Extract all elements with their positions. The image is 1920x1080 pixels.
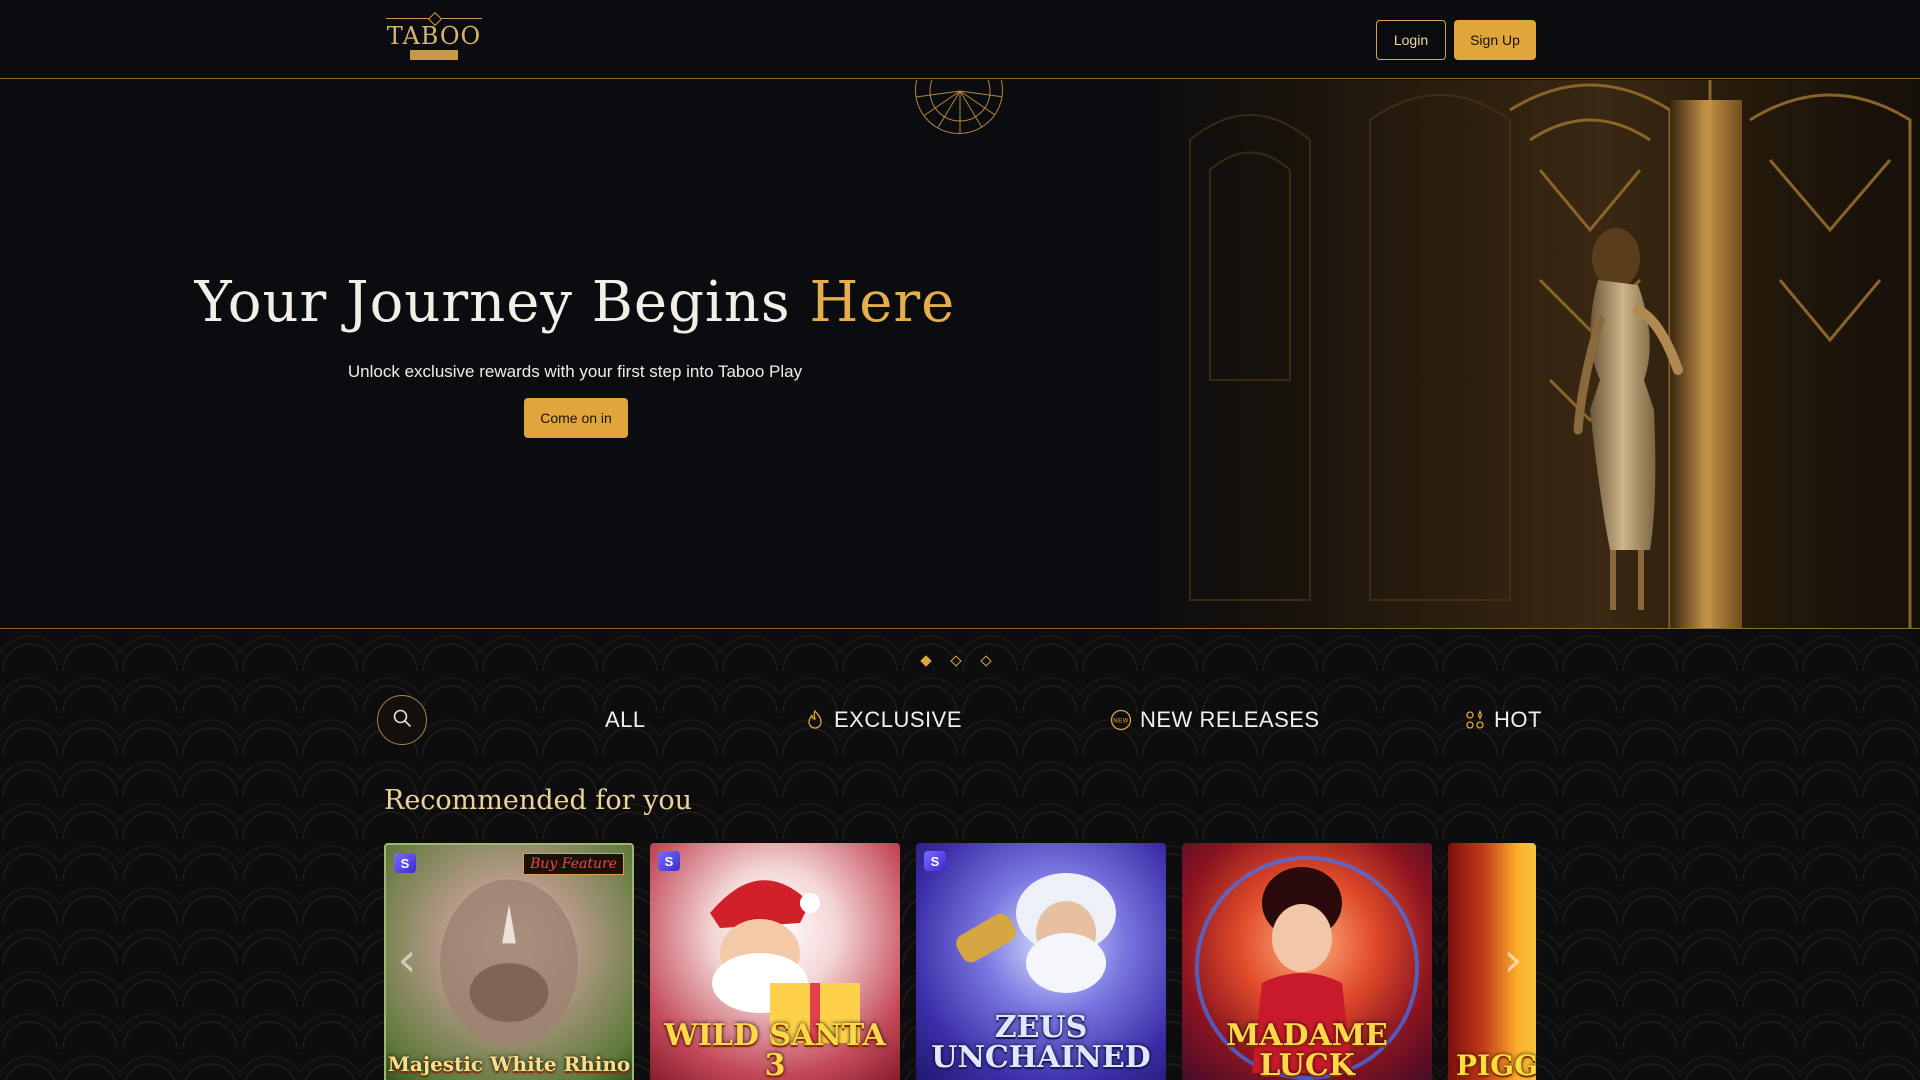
recommended-title: Recommended for you	[384, 785, 693, 816]
game-search-button[interactable]	[377, 695, 427, 745]
game-card[interactable]: S WILD SANTA 3	[650, 843, 900, 1080]
logo-sub-plate	[410, 50, 458, 60]
hero-banner: Your Journey Begins Here Unlock exclusiv…	[0, 80, 1920, 628]
new-badge-icon: NEW	[1110, 709, 1132, 731]
hero-title-main: Your Journey Begins	[194, 270, 791, 335]
carousel-next-arrow[interactable]: ›	[1498, 930, 1528, 990]
login-button[interactable]: Login	[1376, 20, 1446, 60]
games-section: ALL EXCLUSIVE NEW NEW RELEASES HOT Recom…	[0, 628, 1920, 1080]
tab-new-releases[interactable]: NEW NEW RELEASES	[1110, 703, 1320, 737]
game-title: WILD SANTA 3	[664, 1018, 886, 1080]
provider-badge: S	[924, 851, 946, 871]
slider-dot-1[interactable]	[920, 655, 932, 667]
hero-slider-dots	[920, 655, 992, 667]
hero-subtitle: Unlock exclusive rewards with your first…	[347, 362, 803, 381]
rhino-artwork	[440, 879, 578, 1047]
slider-dot-2[interactable]	[950, 655, 962, 667]
provider-badge: S	[394, 853, 416, 873]
art-deco-fan-ornament	[915, 80, 1003, 134]
top-header: TABOO Login Sign Up	[0, 0, 1920, 79]
tab-hot[interactable]: HOT	[1464, 703, 1542, 737]
flame-icon	[804, 709, 826, 731]
tab-all[interactable]: ALL	[605, 703, 646, 737]
tab-exclusive-label: EXCLUSIVE	[834, 707, 962, 732]
tab-all-label: ALL	[605, 707, 646, 732]
logo-wordmark: TABOO	[386, 22, 482, 50]
game-title: Majestic White Rhino	[387, 1052, 631, 1076]
game-title: MADAME LUCK	[1226, 1018, 1388, 1080]
tab-exclusive[interactable]: EXCLUSIVE	[804, 703, 962, 737]
carousel-prev-arrow[interactable]: ‹	[392, 930, 422, 990]
hero-title: Your Journey Begins Here	[0, 270, 1150, 335]
game-card[interactable]: MADAME LUCK	[1182, 843, 1432, 1080]
taboo-logo[interactable]: TABOO	[384, 16, 484, 62]
slider-dot-3[interactable]	[980, 655, 992, 667]
sign-up-button[interactable]: Sign Up	[1454, 20, 1536, 60]
hero-title-accent: Here	[809, 270, 956, 335]
recommended-carousel: S Buy Feature Majestic White Rhino S WIL…	[384, 843, 1536, 1080]
tab-hot-label: HOT	[1494, 707, 1542, 732]
search-icon	[392, 708, 412, 733]
tab-new-releases-label: NEW RELEASES	[1140, 707, 1320, 732]
logo-crown-ornament	[386, 18, 482, 24]
buy-feature-ribbon: Buy Feature	[523, 853, 624, 875]
game-card[interactable]: S ZEUS UNCHAINED	[916, 843, 1166, 1080]
hero-doorway-illustration	[1130, 80, 1920, 628]
game-title: PIGG	[1456, 1049, 1536, 1080]
provider-badge: S	[658, 851, 680, 871]
come-on-in-button[interactable]: Come on in	[524, 398, 628, 438]
grid-sparkle-icon	[1464, 709, 1486, 731]
game-title: ZEUS UNCHAINED	[931, 1010, 1151, 1075]
svg-text:NEW: NEW	[1113, 719, 1129, 725]
